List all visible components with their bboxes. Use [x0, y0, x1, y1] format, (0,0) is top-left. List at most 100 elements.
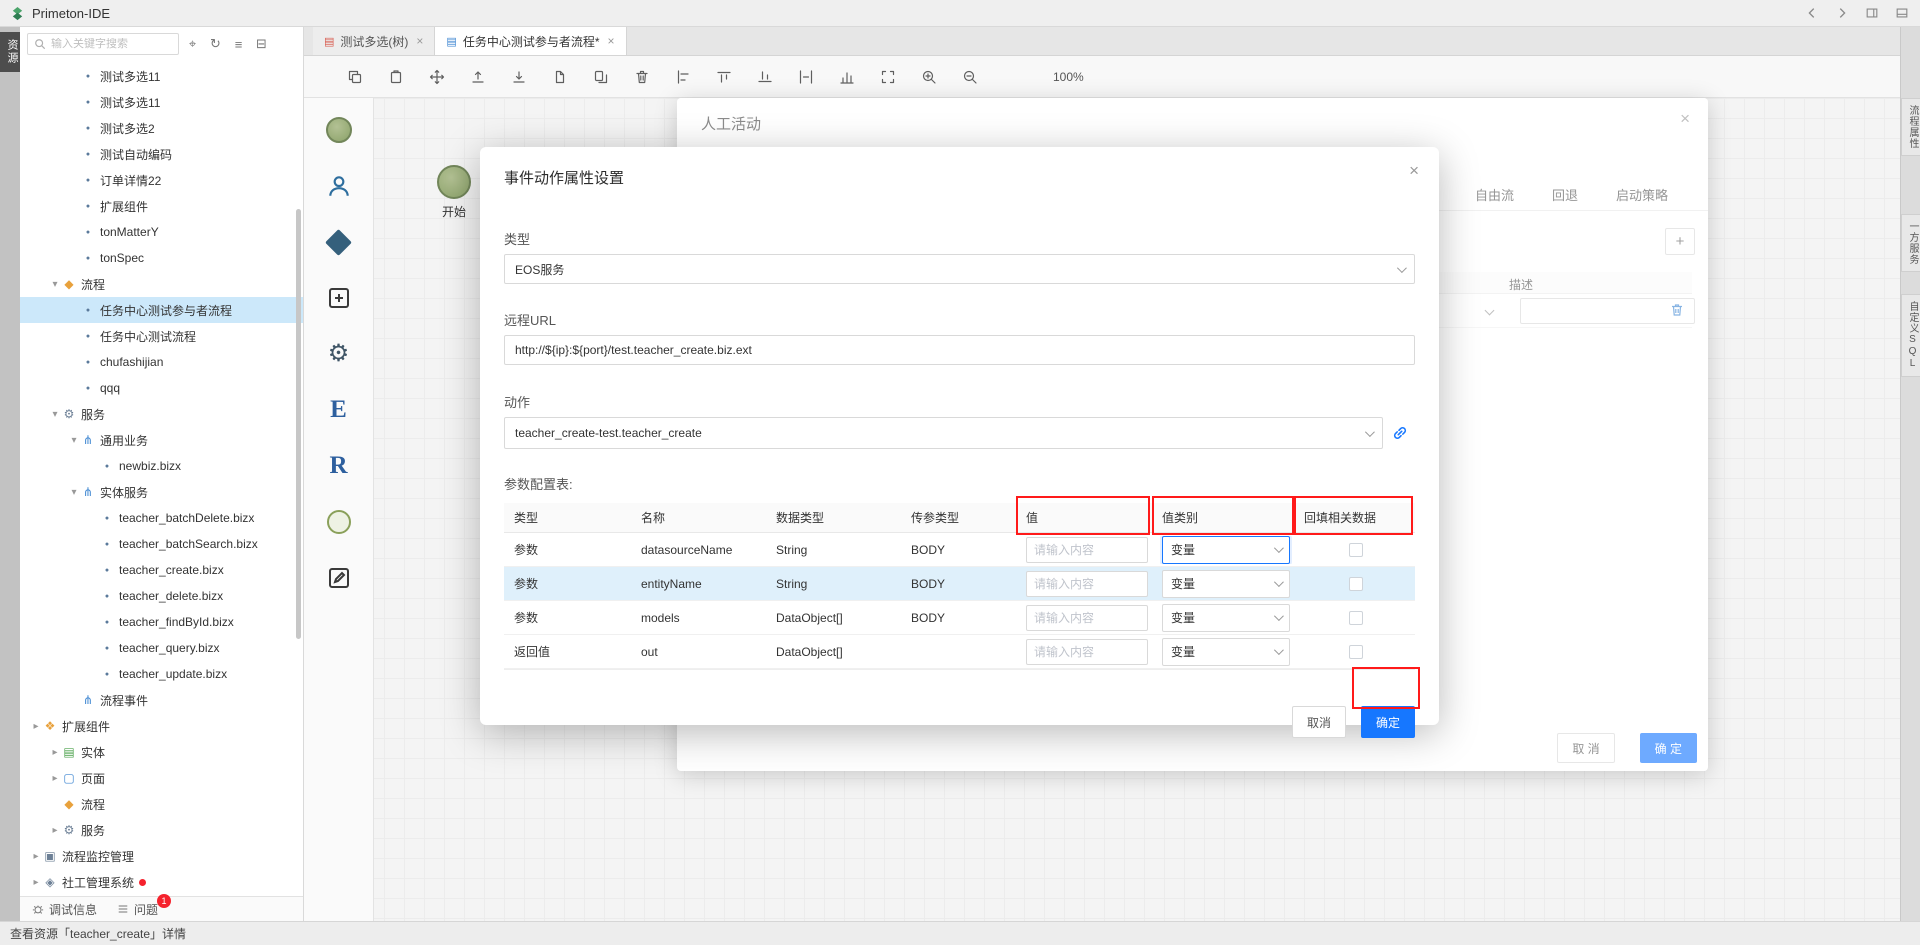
collapse-icon[interactable]: ⊟ — [254, 36, 269, 52]
tree-item[interactable]: ●teacher_create.bizx — [20, 557, 303, 583]
delete-icon[interactable] — [634, 69, 650, 85]
caret-down-icon[interactable]: ▾ — [68, 487, 80, 498]
param-value-input[interactable] — [1026, 537, 1148, 563]
close-icon[interactable]: × — [1680, 109, 1690, 129]
tree-item[interactable]: ◆流程 — [20, 791, 303, 817]
start-node[interactable]: 开始 — [437, 165, 471, 220]
value-class-select[interactable]: 变量 — [1162, 638, 1290, 666]
tree-item[interactable]: ▸⚙服务 — [20, 817, 303, 843]
refresh-icon[interactable]: ↻ — [208, 36, 223, 52]
tree-item[interactable]: ▸◈社工管理系统 — [20, 869, 303, 895]
tree-item[interactable]: ●chufashijian — [20, 349, 303, 375]
paste-icon[interactable] — [388, 69, 404, 85]
palette-service-task[interactable]: ⚙ — [323, 338, 355, 370]
tree-item[interactable]: ▸▢页面 — [20, 765, 303, 791]
palette-e-component[interactable]: E — [323, 394, 355, 426]
resources-vertical-tab[interactable]: 资源 — [0, 32, 20, 72]
sidebar-scrollbar[interactable] — [296, 209, 301, 639]
tree-item[interactable]: ●teacher_update.bizx — [20, 661, 303, 687]
param-table-row[interactable]: 参数modelsDataObject[]BODY变量 — [504, 601, 1415, 635]
tree-item[interactable]: ●tonMatterY — [20, 219, 303, 245]
tree-item[interactable]: ●测试多选2 — [20, 115, 303, 141]
chart-icon[interactable] — [839, 69, 855, 85]
distribute-icon[interactable] — [798, 69, 814, 85]
caret-down-icon[interactable]: ▾ — [49, 279, 61, 290]
tree-item[interactable]: ●tonSpec — [20, 245, 303, 271]
cancel-button[interactable]: 取消 — [1292, 706, 1346, 738]
nav-back-icon[interactable] — [1804, 5, 1820, 21]
align-top-icon[interactable] — [716, 69, 732, 85]
caret-right-icon[interactable]: ▸ — [30, 877, 42, 888]
tree-item[interactable]: ▸▤实体 — [20, 739, 303, 765]
tree-item[interactable]: ●teacher_query.bizx — [20, 635, 303, 661]
locate-icon[interactable]: ⌖ — [185, 36, 200, 52]
palette-end-event[interactable] — [323, 506, 355, 538]
link-icon[interactable] — [1391, 424, 1415, 442]
palette-subprocess[interactable] — [323, 282, 355, 314]
value-class-select[interactable]: 变量 — [1162, 604, 1290, 632]
value-class-select[interactable]: 变量 — [1162, 536, 1290, 564]
param-value-input[interactable] — [1026, 639, 1148, 665]
tree-item[interactable]: ●teacher_batchDelete.bizx — [20, 505, 303, 531]
tree-item[interactable]: ▾◆流程 — [20, 271, 303, 297]
close-tab-icon[interactable]: × — [416, 34, 423, 48]
pan-icon[interactable] — [429, 69, 445, 85]
upload-icon[interactable] — [470, 69, 486, 85]
tree-item[interactable]: ▾⚙服务 — [20, 401, 303, 427]
param-value-input[interactable] — [1026, 571, 1148, 597]
backfill-checkbox[interactable] — [1349, 543, 1363, 557]
tree-item[interactable]: ●任务中心测试流程 — [20, 323, 303, 349]
close-tab-icon[interactable]: × — [608, 34, 615, 48]
palette-user-task[interactable] — [323, 170, 355, 202]
nav-forward-icon[interactable] — [1834, 5, 1850, 21]
tree-item[interactable]: ●测试多选11 — [20, 63, 303, 89]
backfill-checkbox[interactable] — [1349, 611, 1363, 625]
align-bottom-icon[interactable] — [757, 69, 773, 85]
param-value-input[interactable] — [1026, 605, 1148, 631]
type-select[interactable]: EOS服务 — [504, 254, 1415, 284]
right-panel-tab[interactable]: 自定义SQL — [1901, 294, 1920, 377]
problems-button[interactable]: 问题 1 — [117, 901, 158, 918]
tree-item[interactable]: ●测试多选11 — [20, 89, 303, 115]
tree-item[interactable]: ⋔流程事件 — [20, 687, 303, 713]
download-icon[interactable] — [511, 69, 527, 85]
tree-item[interactable]: ▸▣流程监控管理 — [20, 843, 303, 869]
caret-right-icon[interactable]: ▸ — [49, 825, 61, 836]
zoom-in-icon[interactable] — [921, 69, 937, 85]
backfill-checkbox[interactable] — [1349, 645, 1363, 659]
menu-icon[interactable]: ≡ — [231, 37, 246, 52]
fit-screen-icon[interactable] — [880, 69, 896, 85]
tree-item[interactable]: ●teacher_delete.bizx — [20, 583, 303, 609]
file-icon[interactable] — [552, 69, 568, 85]
close-icon[interactable]: × — [1409, 161, 1419, 181]
tree-item[interactable]: ●测试自动编码 — [20, 141, 303, 167]
editor-tab[interactable]: ▤测试多选(树)× — [313, 27, 435, 55]
caret-down-icon[interactable]: ▾ — [49, 409, 61, 420]
tree-item[interactable]: ●newbiz.bizx — [20, 453, 303, 479]
caret-right-icon[interactable]: ▸ — [30, 721, 42, 732]
param-table-row[interactable]: 参数entityNameStringBODY变量 — [504, 567, 1415, 601]
param-table-row[interactable]: 返回值outDataObject[]变量 — [504, 635, 1415, 669]
search-input[interactable] — [51, 38, 161, 50]
backfill-checkbox[interactable] — [1349, 577, 1363, 591]
tree-item[interactable]: ▾⋔通用业务 — [20, 427, 303, 453]
search-box[interactable] — [27, 33, 179, 55]
toggle-right-panel-icon[interactable] — [1864, 5, 1880, 21]
duplicate-icon[interactable] — [593, 69, 609, 85]
tree-item[interactable]: ●订单详情22 — [20, 167, 303, 193]
tree-item[interactable]: ●扩展组件 — [20, 193, 303, 219]
delete-row-icon[interactable] — [1670, 303, 1684, 320]
caret-down-icon[interactable]: ▾ — [68, 435, 80, 446]
debug-info-button[interactable]: 调试信息 — [32, 901, 97, 918]
caret-right-icon[interactable]: ▸ — [30, 851, 42, 862]
caret-right-icon[interactable]: ▸ — [49, 747, 61, 758]
action-select[interactable]: teacher_create-test.teacher_create — [504, 417, 1383, 449]
zoom-out-icon[interactable] — [962, 69, 978, 85]
align-left-icon[interactable] — [675, 69, 691, 85]
param-table-row[interactable]: 参数datasourceNameStringBODY变量 — [504, 533, 1415, 567]
tree-item[interactable]: ●qqq — [20, 375, 303, 401]
desc-input[interactable] — [1520, 298, 1695, 324]
toggle-bottom-panel-icon[interactable] — [1894, 5, 1910, 21]
activity-tab[interactable]: 回退 — [1552, 185, 1578, 204]
confirm-button[interactable]: 确定 — [1361, 706, 1415, 738]
